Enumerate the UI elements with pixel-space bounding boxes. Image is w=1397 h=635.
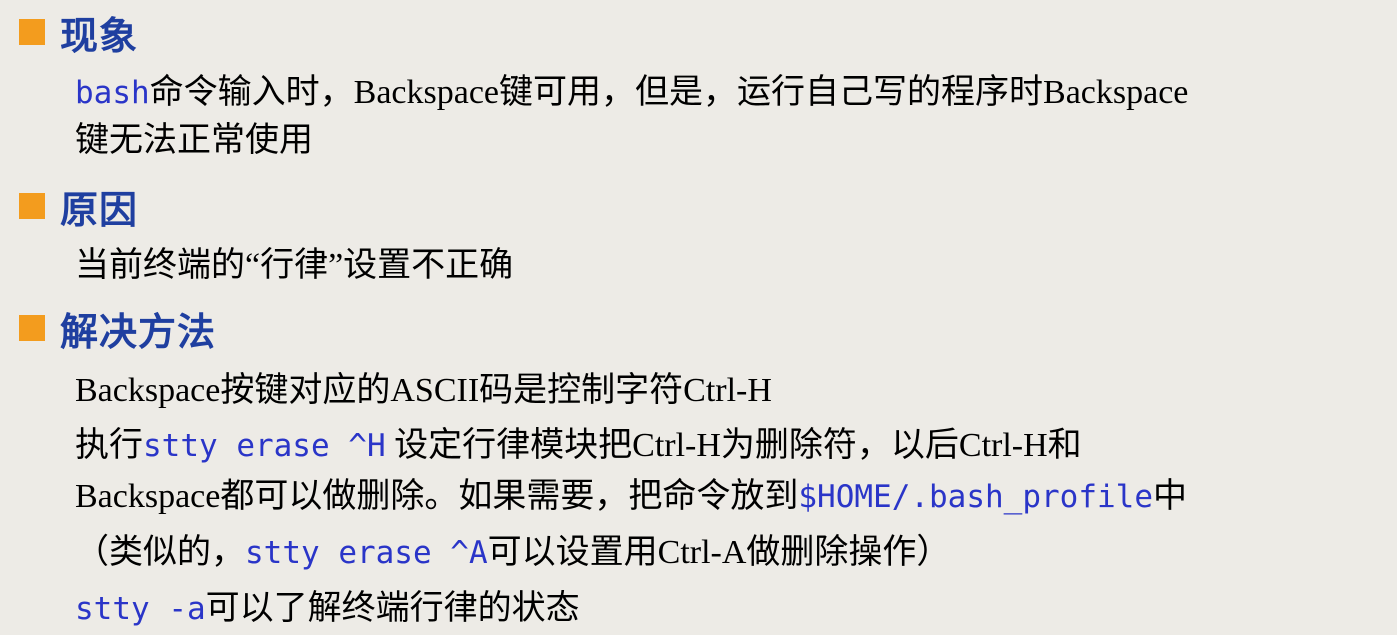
body-line: 键无法正常使用: [75, 119, 313, 163]
body-text: Backspace按键对应的ASCII码是控制字符Ctrl-H: [75, 372, 772, 409]
body-line: bash命令输入时，Backspace键可用，但是，运行自己写的程序时Backs…: [75, 71, 1188, 115]
inline-code: stty erase ^A: [245, 535, 488, 571]
body-line: 执行stty erase ^H 设定行律模块把Ctrl-H为删除符，以后Ctrl…: [75, 424, 1082, 468]
body-text: 可以了解终端行律的状态: [205, 590, 580, 627]
body-line: （类似的，stty erase ^A可以设置用Ctrl-A做删除操作）: [75, 531, 950, 575]
body-line: 当前终端的“行律”设置不正确: [75, 244, 513, 288]
body-line: stty -a可以了解终端行律的状态: [75, 587, 580, 631]
inline-code: bash: [75, 75, 150, 111]
section-heading-phenomenon: 现象: [19, 6, 138, 58]
body-text: 执行: [75, 427, 143, 464]
square-bullet-icon: [19, 315, 45, 341]
body-text: 设定行律模块把Ctrl-H为删除符，以后Ctrl-H和: [385, 427, 1082, 464]
section-heading-solution: 解决方法: [19, 302, 216, 354]
heading-text: 解决方法: [60, 309, 217, 354]
square-bullet-icon: [19, 19, 45, 45]
body-text: 中: [1152, 478, 1187, 515]
heading-text: 原因: [60, 187, 139, 232]
section-heading-cause: 原因: [19, 180, 138, 232]
body-text: 命令输入时，Backspace键可用，但是，运行自己写的程序时Backspace: [149, 74, 1189, 111]
inline-code: stty erase ^H: [143, 428, 386, 464]
square-bullet-icon: [19, 193, 45, 219]
inline-code: $HOME/.bash_profile: [798, 479, 1153, 515]
body-line: Backspace都可以做删除。如果需要，把命令放到$HOME/.bash_pr…: [75, 475, 1187, 519]
body-line: Backspace按键对应的ASCII码是控制字符Ctrl-H: [75, 369, 772, 413]
body-text: 当前终端的“行律”设置不正确: [75, 247, 514, 284]
body-text: 键无法正常使用: [75, 122, 313, 159]
body-text: 可以设置用Ctrl-A做删除操作）: [487, 534, 951, 571]
body-text: （类似的，: [75, 534, 245, 571]
body-text: Backspace都可以做删除。如果需要，把命令放到: [75, 478, 799, 515]
heading-text: 现象: [60, 13, 139, 58]
inline-code: stty -a: [75, 591, 206, 627]
